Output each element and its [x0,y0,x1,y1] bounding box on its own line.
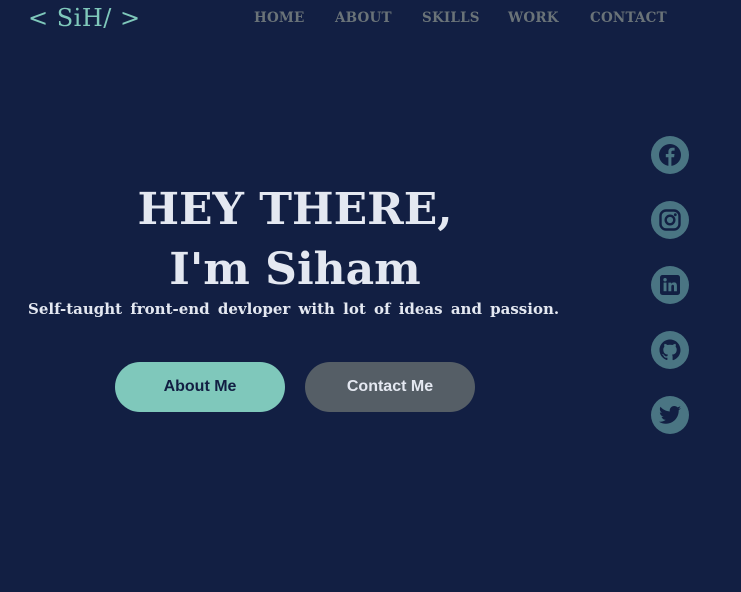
instagram-link[interactable] [651,201,689,239]
hero-greeting: HEY THERE, [137,184,453,235]
about-me-button[interactable]: About Me [115,362,285,412]
linkedin-link[interactable] [651,266,689,304]
github-link[interactable] [651,331,689,369]
linkedin-icon [658,273,682,297]
nav-contact[interactable]: CONTACT [590,10,667,26]
nav-about[interactable]: ABOUT [335,10,392,26]
hero-subtitle: Self-taught front-end devloper with lot … [28,300,560,318]
facebook-icon [658,143,682,167]
nav-home[interactable]: HOME [254,10,305,26]
twitter-link[interactable] [651,396,689,434]
instagram-icon [658,208,682,232]
contact-me-button[interactable]: Contact Me [305,362,475,412]
main-nav: HOME ABOUT SKILLS WORK CONTACT [0,10,741,30]
github-icon [658,338,682,362]
hero-name: I'm Siham [169,244,421,295]
facebook-link[interactable] [651,136,689,174]
nav-skills[interactable]: SKILLS [422,10,480,26]
twitter-icon [658,403,682,427]
nav-work[interactable]: WORK [508,10,559,26]
